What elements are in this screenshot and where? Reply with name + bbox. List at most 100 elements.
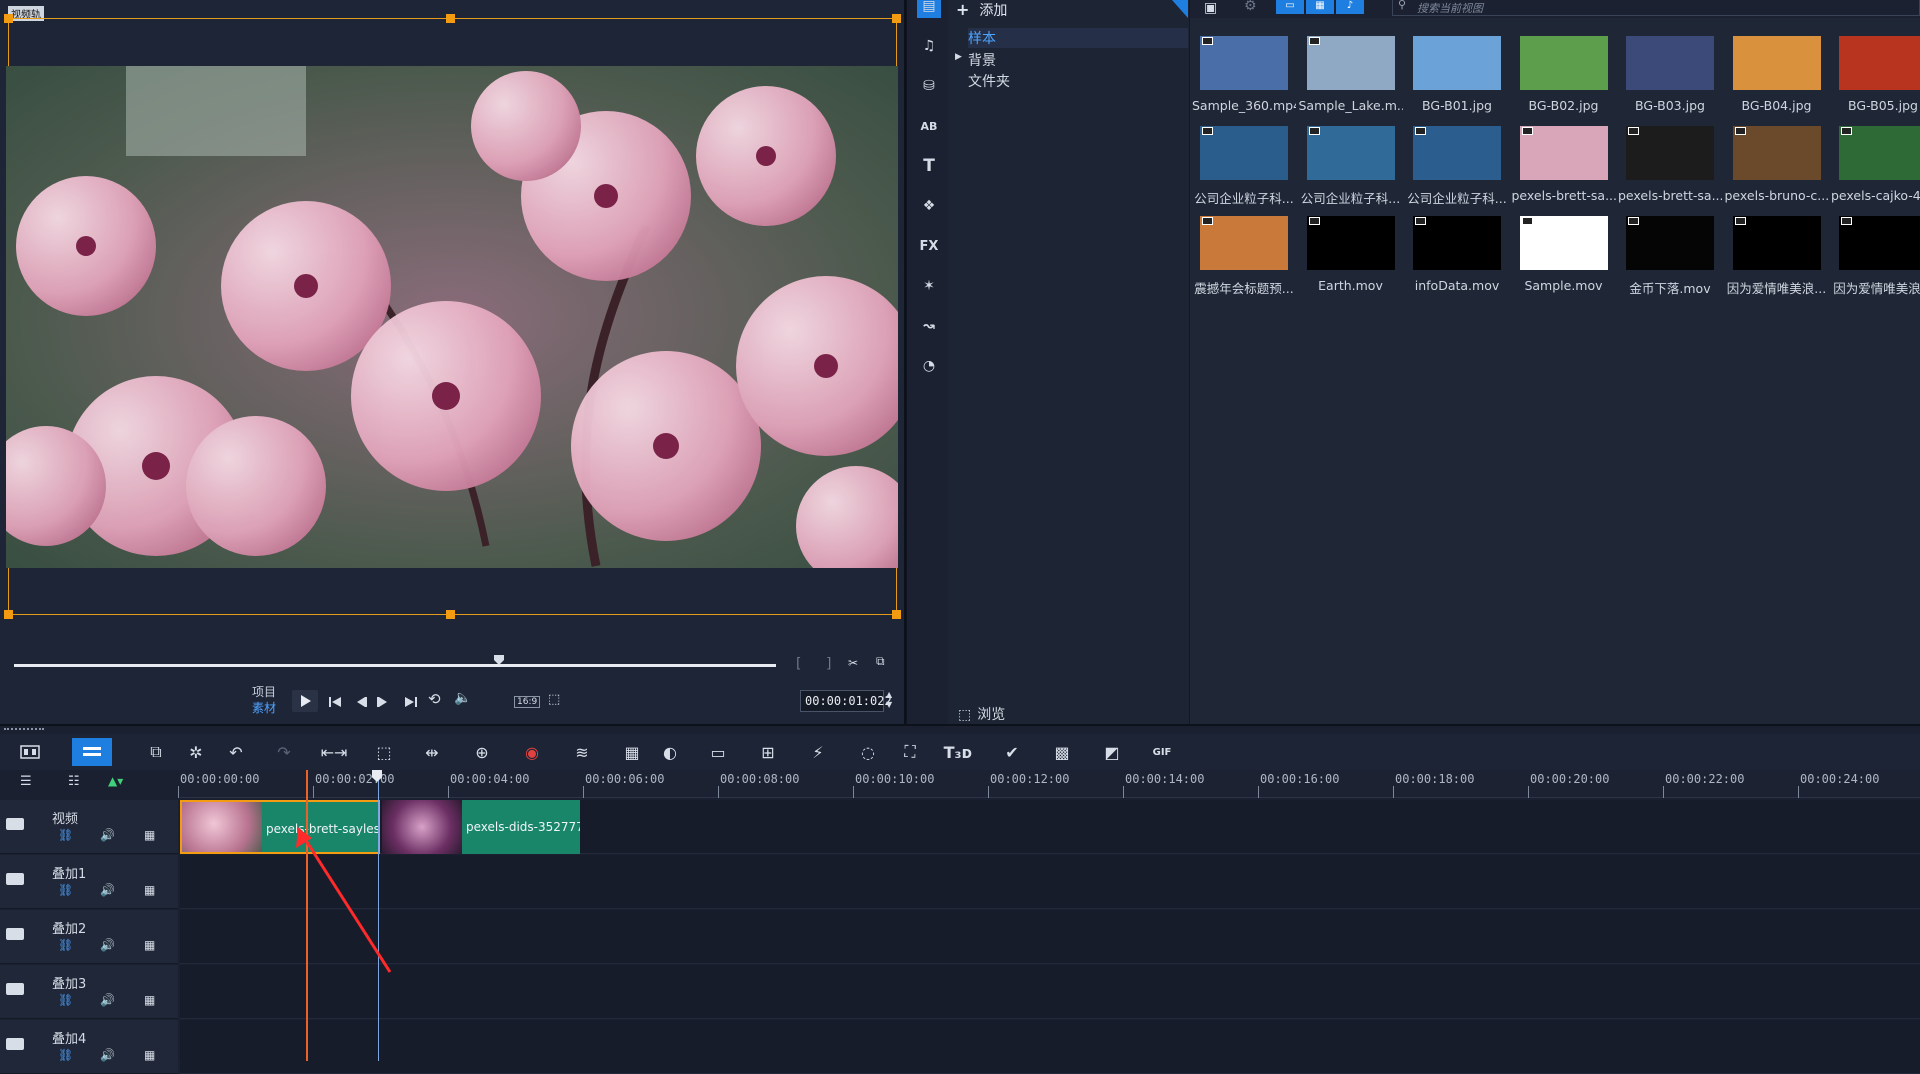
track-volume-icon[interactable]: 🔊 [100,1048,115,1062]
show-audio-toggle[interactable]: ♪ [1336,0,1364,14]
media-thumbnail[interactable]: BG-B02.jpg [1512,36,1616,113]
media-thumbnail[interactable]: Sample_Lake.m... [1299,36,1403,113]
track-header[interactable]: 叠加2 ⛓ 🔊 ▦ [0,910,178,964]
track-row[interactable] [180,1020,1920,1074]
timecode-display[interactable]: 00:00:01:022 [800,690,892,712]
track-header[interactable]: 叠加4 ⛓ 🔊 ▦ [0,1020,178,1074]
audio-icon[interactable]: ♫ [917,34,941,58]
add-folder-button[interactable]: + 添加 [956,0,1007,20]
copy-clip-icon[interactable]: ⧉ [144,742,168,762]
redo-icon[interactable]: ↷ [272,742,296,762]
split-clip-icon[interactable]: ✂ [848,656,858,670]
mosaic-icon[interactable]: ▩ [1050,742,1074,762]
audio-waveform-icon[interactable]: ≋ [570,742,594,762]
mark-out-icon[interactable]: ] [826,656,831,672]
track-grid-icon[interactable]: ▦ [144,828,155,842]
volume-icon[interactable]: 🔈 [454,690,471,706]
mask-icon[interactable]: ◐ [658,742,682,762]
media-thumbnail[interactable]: 因为爱情唯美浪... [1725,216,1829,297]
go-to-end-icon[interactable] [404,694,418,713]
link-icon[interactable]: ⛓ [58,993,73,1007]
media-thumbnail[interactable]: pexels-brett-sa... [1512,126,1616,203]
search-input[interactable]: 搜索当前视图 [1392,0,1920,16]
track-row[interactable] [180,965,1920,1019]
media-thumbnail[interactable]: BG-B04.jpg [1725,36,1829,113]
title-icon[interactable]: T [917,154,941,178]
chroma-key-icon[interactable]: ✔ [1000,742,1024,762]
previous-frame-icon[interactable] [354,694,368,713]
media-thumbnail[interactable]: BG-B05.jpg [1831,36,1920,113]
browse-button[interactable]: ⬚ 浏览 [958,704,1005,724]
track-grid-icon[interactable]: ▦ [144,938,155,952]
link-icon[interactable]: ⛓ [58,883,73,897]
media-thumbnail[interactable]: 公司企业粒子科... [1299,126,1403,207]
folder-item-background[interactable]: 背景 [968,50,996,70]
go-to-start-icon[interactable] [328,694,342,713]
import-media-icon[interactable]: ▣ [1204,0,1217,16]
transition-icon[interactable]: AB [917,114,941,138]
media-thumbnail[interactable]: 金币下落.mov [1618,216,1722,297]
track-grid-icon[interactable]: ▦ [144,883,155,897]
link-icon[interactable]: ⛓ [58,938,73,952]
link-icon[interactable]: ⛓ [58,1048,73,1062]
path-icon[interactable]: ↝ [917,314,941,338]
chapter-menu-icon[interactable]: ☷ [68,774,80,789]
magic-icon[interactable]: ✶ [917,274,941,298]
mode-clip-label[interactable]: 素材 [252,700,276,716]
folder-item-folder[interactable]: 文件夹 [968,71,1010,91]
track-row[interactable] [180,855,1920,909]
folder-item-sample[interactable]: 样本 [968,28,1188,48]
track-header[interactable]: 视频 ⛓ 🔊 ▦ [0,800,178,854]
track-volume-icon[interactable]: 🔊 [100,938,115,952]
copy-icon[interactable]: ⧉ [876,654,885,669]
track-volume-icon[interactable]: 🔊 [100,828,115,842]
media-thumbnail[interactable]: 震撼年会标题预... [1192,216,1296,297]
magic-tools-icon[interactable]: ✲ [184,742,208,762]
track-volume-icon[interactable]: 🔊 [100,883,115,897]
preview-image[interactable] [6,66,898,568]
levels-icon[interactable]: ◩ [1100,742,1124,762]
track-header[interactable]: 叠加3 ⛓ 🔊 ▦ [0,965,178,1019]
play-button[interactable] [292,690,318,712]
media-thumbnail[interactable]: BG-B01.jpg [1405,36,1509,113]
loop-icon[interactable]: ◌ [856,742,880,762]
mode-labels[interactable]: 项目 素材 [252,684,276,716]
media-thumbnail[interactable]: pexels-cajko-42... [1831,126,1920,203]
mark-in-icon[interactable]: [ [796,656,801,672]
media-thumbnail[interactable]: pexels-brett-sa... [1618,126,1722,203]
track-manager-icon[interactable]: ☰ [20,774,32,789]
media-thumbnail[interactable]: Sample_360.mp4 [1192,36,1296,113]
resize-handle-bottom-left[interactable] [4,610,13,619]
panel-resize-grip[interactable] [4,728,44,730]
crop-icon[interactable]: ⬚ [372,742,396,762]
filter-fx-icon[interactable]: FX [917,234,941,258]
settings-icon[interactable]: ⚙ [1244,0,1257,14]
media-library-icon[interactable]: ▤ [917,0,941,18]
speed-icon[interactable]: ◔ [917,354,941,378]
timeline-view-icon[interactable] [72,738,112,766]
link-icon[interactable]: ⛓ [58,828,73,842]
split-screen-icon[interactable]: ⊞ [756,742,780,762]
media-thumbnail[interactable]: 因为爱情唯美浪... [1831,216,1920,297]
media-thumbnail[interactable]: Sample.mov [1512,216,1616,293]
aspect-ratio-selector[interactable]: 16:9 [514,696,541,708]
track-row[interactable] [180,910,1920,964]
show-photo-toggle[interactable]: ▦ [1306,0,1334,14]
track-grid-icon[interactable]: ▦ [144,1048,155,1062]
track-volume-icon[interactable]: 🔊 [100,993,115,1007]
display-mode-icon[interactable]: ⬚ [548,692,560,707]
media-thumbnail[interactable]: 公司企业粒子科... [1192,126,1296,207]
resize-handle-bottom[interactable] [446,610,455,619]
resize-handle-bottom-right[interactable] [892,610,901,619]
pan-zoom-icon[interactable]: ⊕ [470,742,494,762]
track-grid-icon[interactable]: ▦ [144,993,155,1007]
media-thumbnail[interactable]: pexels-bruno-c... [1725,126,1829,203]
media-thumbnail[interactable]: infoData.mov [1405,216,1509,293]
timecode-stepper[interactable]: ▲ ▼ [886,690,892,710]
resize-handle-top[interactable] [446,14,455,23]
track-header[interactable]: 叠加1 ⛓ 🔊 ▦ [0,855,178,909]
multicam-icon[interactable]: ▦ [620,742,644,762]
media-thumbnail[interactable]: BG-B03.jpg [1618,36,1722,113]
expand-arrow-icon[interactable]: ▶ [955,52,962,62]
media-thumbnail[interactable]: 公司企业粒子科... [1405,126,1509,207]
